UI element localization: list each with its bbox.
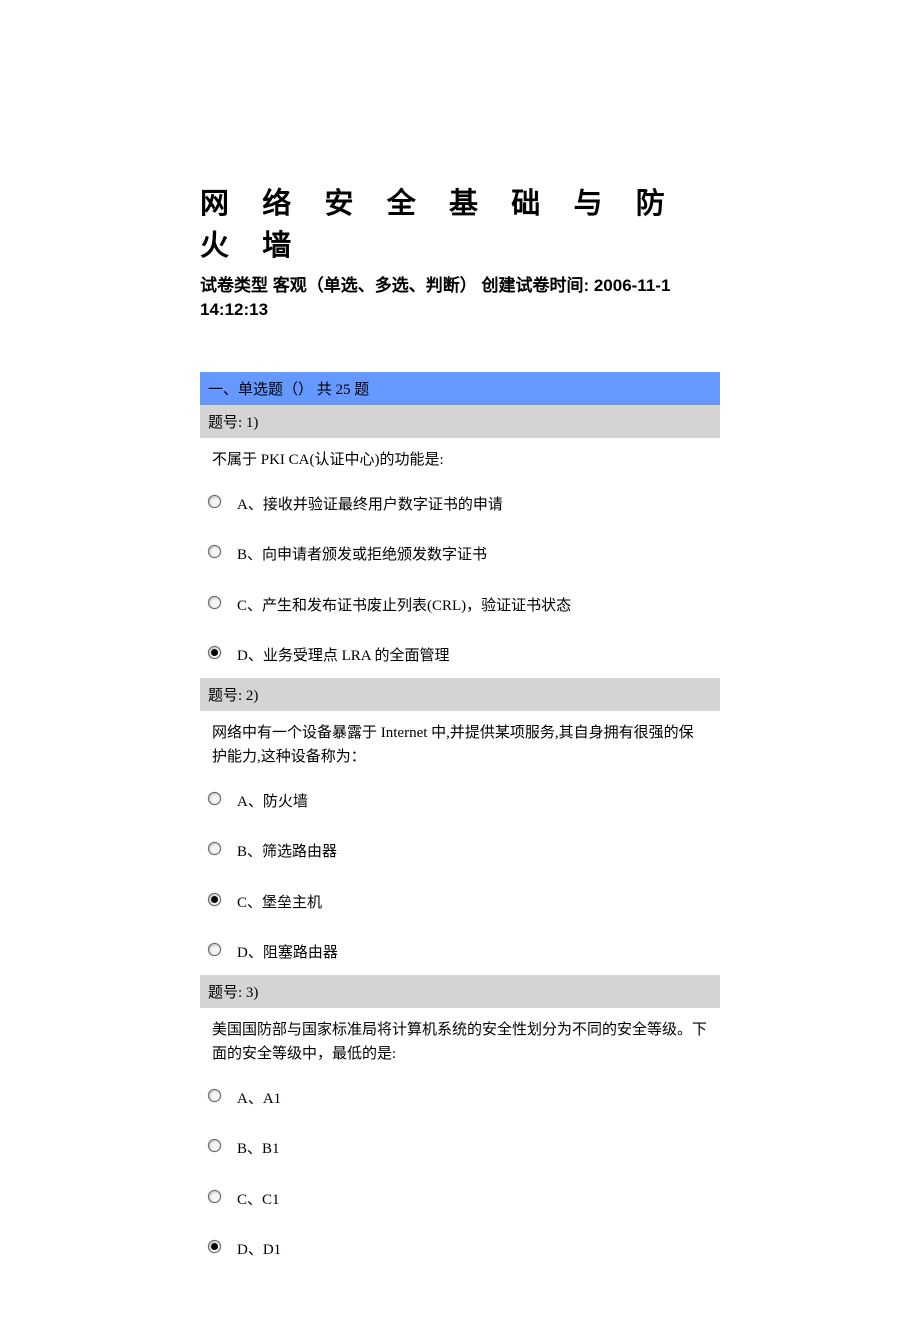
exam-meta: 试卷类型 客观（单选、多选、判断） 创建试卷时间: 2006-11-1 14:1… — [200, 274, 720, 322]
option-label: A、防火墙 — [237, 789, 308, 814]
option-row: D、D1 — [200, 1227, 720, 1272]
radio-unchecked-icon[interactable] — [208, 495, 221, 508]
radio-unchecked-icon[interactable] — [208, 596, 221, 609]
radio-wrapper — [208, 1237, 221, 1258]
option-row: C、堡垒主机 — [200, 880, 720, 925]
option-row: C、C1 — [200, 1177, 720, 1222]
option-label: B、筛选路由器 — [237, 839, 337, 864]
radio-wrapper — [208, 643, 221, 664]
option-label: A、A1 — [237, 1086, 281, 1111]
document-title: 网 络 安 全 基 础 与 防 火 墙 — [200, 180, 720, 264]
radio-wrapper — [208, 1187, 221, 1208]
option-label: C、堡垒主机 — [237, 890, 322, 915]
radio-wrapper — [208, 542, 221, 563]
radio-checked-icon[interactable] — [208, 1240, 221, 1253]
option-row: B、筛选路由器 — [200, 829, 720, 874]
radio-unchecked-icon[interactable] — [208, 792, 221, 805]
radio-checked-icon[interactable] — [208, 893, 221, 906]
radio-checked-icon[interactable] — [208, 646, 221, 659]
option-label: D、阻塞路由器 — [237, 940, 338, 965]
question-text: 美国国防部与国家标准局将计算机系统的安全性划分为不同的安全等级。下面的安全等级中… — [200, 1008, 720, 1076]
radio-wrapper — [208, 492, 221, 513]
option-label: A、接收并验证最终用户数字证书的申请 — [237, 492, 503, 517]
option-label: B、B1 — [237, 1136, 280, 1161]
radio-unchecked-icon[interactable] — [208, 1139, 221, 1152]
option-row: D、业务受理点 LRA 的全面管理 — [200, 633, 720, 678]
option-row: A、A1 — [200, 1076, 720, 1121]
meta-line-2: 14:12:13 — [200, 300, 268, 319]
radio-wrapper — [208, 593, 221, 614]
option-row: A、接收并验证最终用户数字证书的申请 — [200, 482, 720, 527]
radio-wrapper — [208, 839, 221, 860]
radio-unchecked-icon[interactable] — [208, 1190, 221, 1203]
meta-line-1: 试卷类型 客观（单选、多选、判断） 创建试卷时间: 2006-11-1 — [200, 276, 670, 295]
option-row: C、产生和发布证书废止列表(CRL)，验证证书状态 — [200, 583, 720, 628]
radio-wrapper — [208, 1086, 221, 1107]
option-row: B、向申请者颁发或拒绝颁发数字证书 — [200, 532, 720, 577]
option-row: D、阻塞路由器 — [200, 930, 720, 975]
question-text: 网络中有一个设备暴露于 Internet 中,并提供某项服务,其自身拥有很强的保… — [200, 711, 720, 779]
option-row: A、防火墙 — [200, 779, 720, 824]
option-label: D、业务受理点 LRA 的全面管理 — [237, 643, 450, 668]
radio-wrapper — [208, 890, 221, 911]
radio-unchecked-icon[interactable] — [208, 943, 221, 956]
question-text: 不属于 PKI CA(认证中心)的功能是: — [200, 438, 720, 482]
radio-unchecked-icon[interactable] — [208, 545, 221, 558]
radio-unchecked-icon[interactable] — [208, 842, 221, 855]
radio-wrapper — [208, 1136, 221, 1157]
question-header: 题号: 1) — [200, 405, 720, 438]
radio-wrapper — [208, 940, 221, 961]
option-label: D、D1 — [237, 1237, 281, 1262]
option-label: B、向申请者颁发或拒绝颁发数字证书 — [237, 542, 487, 567]
radio-wrapper — [208, 789, 221, 810]
question-header: 题号: 2) — [200, 678, 720, 711]
radio-unchecked-icon[interactable] — [208, 1089, 221, 1102]
option-row: B、B1 — [200, 1126, 720, 1171]
question-header: 题号: 3) — [200, 975, 720, 1008]
option-label: C、C1 — [237, 1187, 280, 1212]
section-header: 一、单选题（） 共 25 题 — [200, 372, 720, 405]
option-label: C、产生和发布证书废止列表(CRL)，验证证书状态 — [237, 593, 571, 618]
